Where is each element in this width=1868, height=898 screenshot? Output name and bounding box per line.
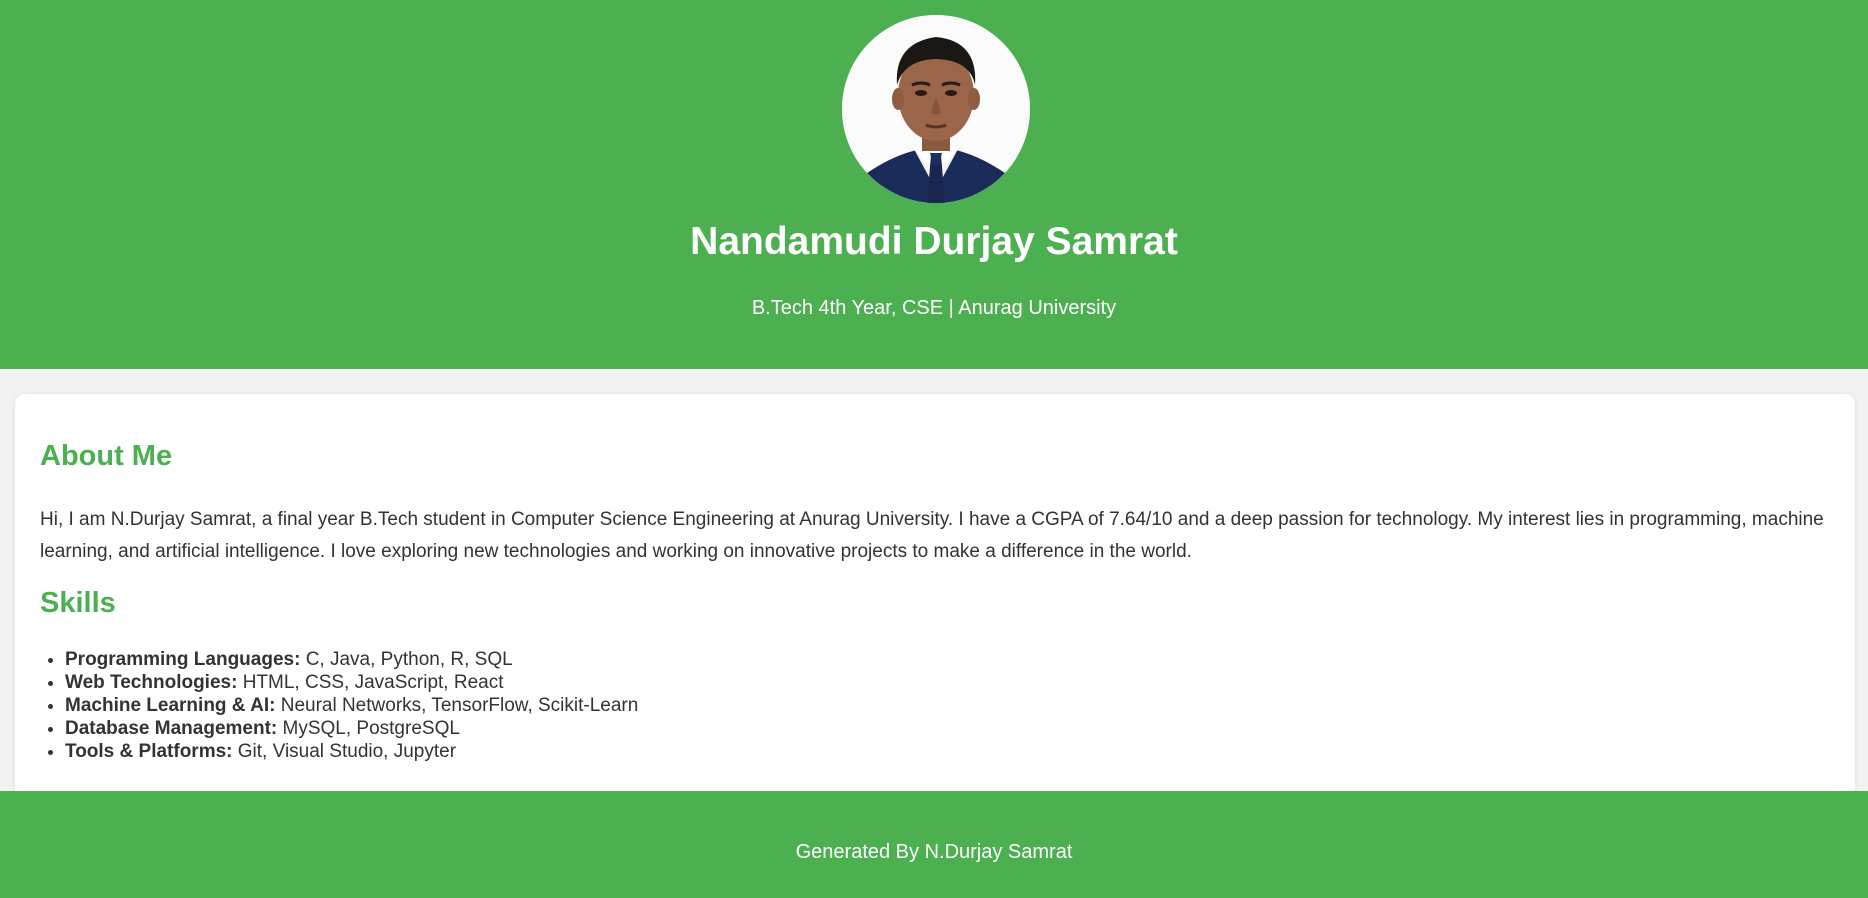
skill-value: HTML, CSS, JavaScript, React	[237, 672, 504, 693]
profile-header: Nandamudi Durjay Samrat B.Tech 4th Year,…	[0, 0, 1868, 369]
skill-label: Database Management:	[65, 718, 278, 739]
skills-heading: Skills	[40, 587, 116, 619]
skill-value: C, Java, Python, R, SQL	[300, 649, 513, 670]
skills-list: Programming Languages: C, Java, Python, …	[40, 648, 638, 763]
profile-avatar	[842, 15, 1030, 203]
skill-label: Web Technologies:	[65, 672, 238, 693]
skill-item-database-management: Database Management: MySQL, PostgreSQL	[65, 717, 638, 740]
skill-item-programming-languages: Programming Languages: C, Java, Python, …	[65, 648, 638, 671]
skill-label: Programming Languages:	[65, 649, 301, 670]
profile-subtitle: B.Tech 4th Year, CSE | Anurag University	[751, 297, 1117, 319]
footer-text: Generated By N.Durjay Samrat	[795, 841, 1073, 863]
skill-item-web-technologies: Web Technologies: HTML, CSS, JavaScript,…	[65, 671, 638, 694]
skill-item-machine-learning: Machine Learning & AI: Neural Networks, …	[65, 694, 638, 717]
content-card: About Me Hi, I am N.Durjay Samrat, a fin…	[15, 394, 1855, 814]
about-paragraph: Hi, I am N.Durjay Samrat, a final year B…	[40, 509, 1824, 562]
skill-label: Tools & Platforms:	[65, 741, 233, 762]
avatar-portrait-image	[842, 15, 1030, 203]
about-heading: About Me	[40, 440, 173, 472]
profile-name: Nandamudi Durjay Samrat	[690, 220, 1178, 263]
skill-value: MySQL, PostgreSQL	[277, 718, 460, 739]
skill-item-tools-platforms: Tools & Platforms: Git, Visual Studio, J…	[65, 740, 638, 763]
skill-value: Git, Visual Studio, Jupyter	[232, 741, 457, 762]
skill-label: Machine Learning & AI:	[65, 695, 276, 716]
skill-value: Neural Networks, TensorFlow, Scikit-Lear…	[275, 695, 639, 716]
